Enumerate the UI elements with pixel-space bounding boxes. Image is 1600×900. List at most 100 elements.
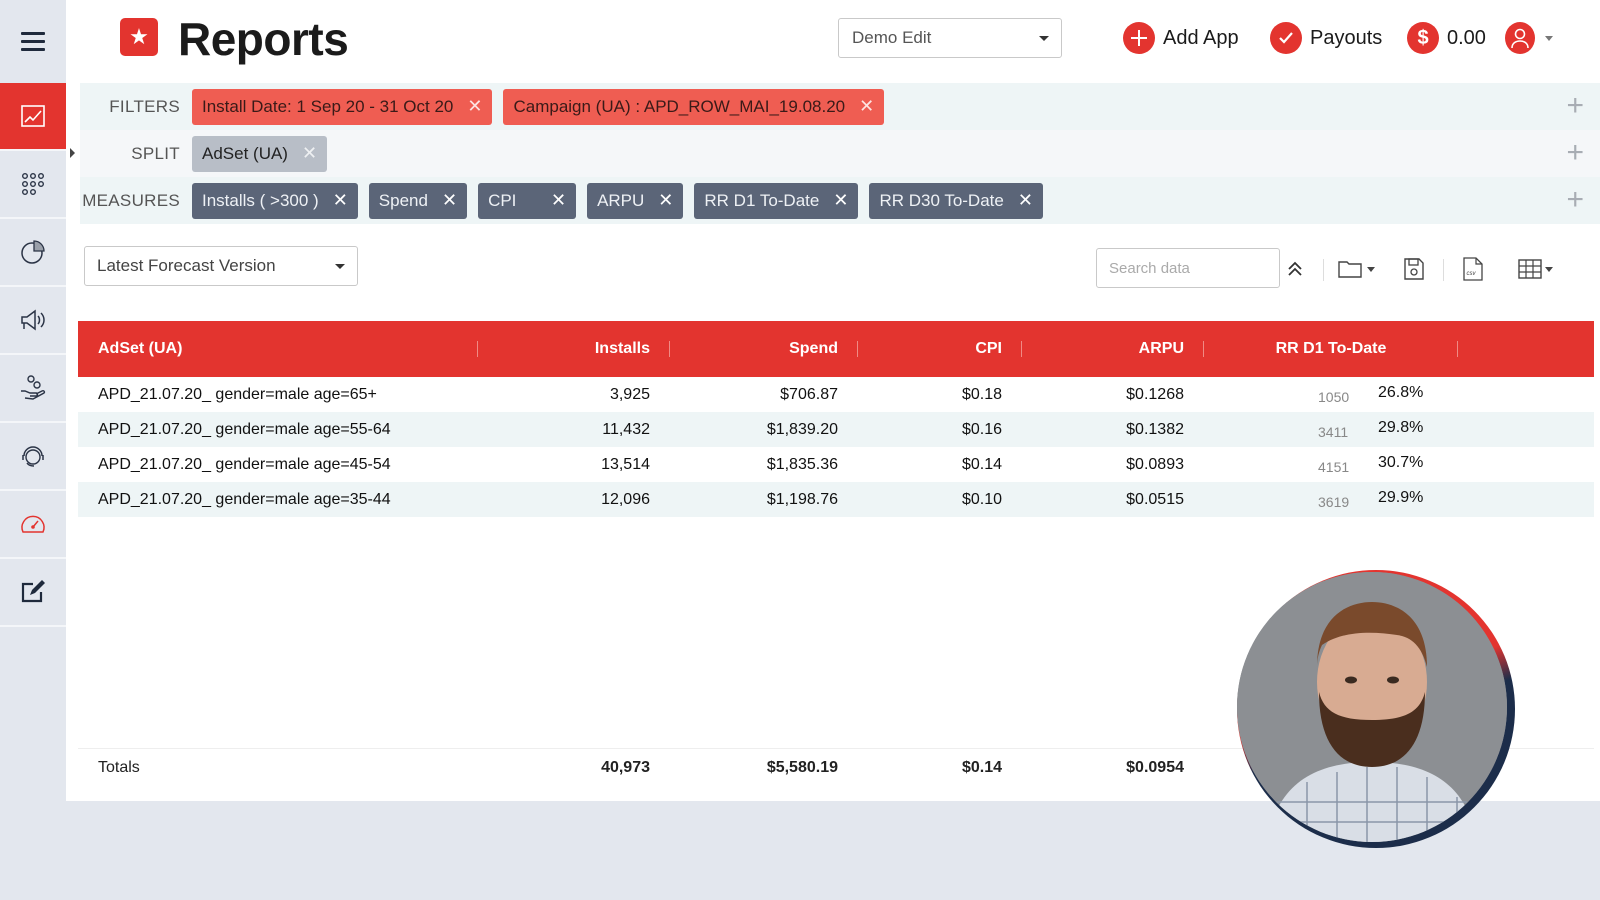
sidebar-item-campaigns[interactable] bbox=[0, 287, 66, 355]
remove-icon[interactable]: ✕ bbox=[467, 96, 482, 117]
add-app-button[interactable]: Add App bbox=[1123, 20, 1239, 56]
sidebar-item-edit[interactable] bbox=[0, 559, 66, 627]
measure-chip-label: Spend bbox=[378, 190, 428, 210]
measure-chip-arpu[interactable]: ARPU ✕ bbox=[587, 182, 684, 219]
column-header-adset[interactable]: AdSet (UA) bbox=[78, 321, 478, 377]
sidebar-item-analytics[interactable] bbox=[0, 219, 66, 287]
cell-spend: $1,839.20 bbox=[766, 420, 838, 438]
hamburger-icon bbox=[21, 30, 45, 54]
user-menu-button[interactable] bbox=[1505, 20, 1553, 56]
sidebar-item-reports[interactable] bbox=[0, 83, 66, 151]
add-app-label: Add App bbox=[1163, 26, 1239, 49]
remove-icon[interactable]: ✕ bbox=[333, 190, 348, 211]
reports-logo-icon: ★ bbox=[120, 18, 158, 56]
sidebar-item-support[interactable] bbox=[0, 423, 66, 491]
filter-chip-campaign[interactable]: Campaign (UA) : APD_ROW_MAI_19.08.20 ✕ bbox=[503, 88, 885, 125]
cell-rr-d1: 3619 29.9% bbox=[1204, 489, 1423, 510]
column-header-cpi[interactable]: CPI bbox=[858, 321, 1022, 377]
split-chip-adset[interactable]: AdSet (UA) ✕ bbox=[192, 135, 328, 172]
column-layout-button[interactable] bbox=[1518, 255, 1553, 283]
cell-arpu: $0.1268 bbox=[1126, 385, 1184, 403]
table-row[interactable]: APD_21.07.20_ gender=male age=55-64 11,43… bbox=[78, 412, 1594, 447]
svg-text:csv: csv bbox=[1467, 271, 1477, 277]
totals-label: Totals bbox=[98, 758, 140, 776]
column-header-spend[interactable]: Spend bbox=[670, 321, 858, 377]
payouts-button[interactable]: Payouts bbox=[1270, 20, 1382, 56]
measure-chip-rr-d1[interactable]: RR D1 To-Date ✕ bbox=[694, 182, 859, 219]
measures-row: MEASURES Installs ( >300 ) ✕ Spend ✕ CPI… bbox=[80, 177, 1600, 224]
column-header-label: Installs bbox=[594, 340, 650, 357]
rr-d1-count: 3619 bbox=[1318, 493, 1350, 510]
cell-installs: 12,096 bbox=[601, 490, 650, 508]
split-label: SPLIT bbox=[131, 143, 180, 163]
measure-chip-installs[interactable]: Installs ( >300 ) ✕ bbox=[192, 182, 358, 219]
totals-spend: $5,580.19 bbox=[766, 758, 838, 776]
edit-icon bbox=[21, 580, 45, 603]
column-header-label: RR D1 To-Date bbox=[1275, 340, 1387, 357]
forecast-version-value: Latest Forecast Version bbox=[97, 256, 276, 275]
cell-cpi: $0.10 bbox=[961, 490, 1002, 508]
chevron-down-icon bbox=[1545, 266, 1553, 272]
open-folder-button[interactable] bbox=[1338, 255, 1375, 283]
add-measure-button[interactable]: + bbox=[1566, 185, 1584, 215]
top-bar: ★ Reports Demo Edit Add App Payouts $ 0.… bbox=[0, 0, 1600, 83]
workspace-select[interactable]: Demo Edit bbox=[838, 18, 1062, 58]
column-header-installs[interactable]: Installs bbox=[478, 321, 670, 377]
menu-button[interactable] bbox=[0, 0, 66, 83]
cell-adset: APD_21.07.20_ gender=male age=45-54 bbox=[98, 455, 391, 473]
folder-icon bbox=[1338, 261, 1362, 278]
cell-spend: $1,198.76 bbox=[766, 490, 838, 508]
sidebar-item-monetization[interactable] bbox=[0, 355, 66, 423]
app-root: ★ Reports Demo Edit Add App Payouts $ 0.… bbox=[0, 0, 1600, 900]
presenter-image bbox=[1237, 572, 1507, 842]
column-header-label: CPI bbox=[975, 340, 1002, 357]
measure-chip-rr-d30[interactable]: RR D30 To-Date ✕ bbox=[869, 182, 1043, 219]
table-body: APD_21.07.20_ gender=male age=65+ 3,925 $7… bbox=[78, 377, 1594, 517]
cell-adset: APD_21.07.20_ gender=male age=35-44 bbox=[98, 490, 391, 508]
cell-installs: 3,925 bbox=[609, 385, 650, 403]
table-row[interactable]: APD_21.07.20_ gender=male age=65+ 3,925 $7… bbox=[78, 377, 1594, 412]
remove-icon[interactable]: ✕ bbox=[658, 190, 673, 211]
add-filter-button[interactable]: + bbox=[1566, 91, 1584, 121]
measure-chip-label: CPI bbox=[488, 190, 517, 210]
totals-arpu: $0.0954 bbox=[1126, 758, 1184, 776]
column-header-arpu[interactable]: ARPU bbox=[1022, 321, 1204, 377]
toolbar-divider bbox=[1323, 259, 1324, 281]
filter-chip-install-date[interactable]: Install Date: 1 Sep 20 - 31 Oct 20 ✕ bbox=[192, 88, 493, 125]
expand-sidebar-arrow-icon[interactable] bbox=[70, 148, 75, 158]
remove-icon[interactable]: ✕ bbox=[859, 96, 874, 117]
measure-chip-cpi[interactable]: CPI ✕ bbox=[478, 182, 577, 219]
measure-chip-spend[interactable]: Spend ✕ bbox=[368, 182, 468, 219]
column-header-label: Spend bbox=[789, 340, 838, 357]
rr-d1-percent: 29.8% bbox=[1378, 418, 1424, 436]
forecast-version-select[interactable]: Latest Forecast Version bbox=[84, 246, 358, 286]
collapse-button[interactable] bbox=[1286, 255, 1304, 283]
remove-icon[interactable]: ✕ bbox=[551, 190, 566, 211]
table-row[interactable]: APD_21.07.20_ gender=male age=35-44 12,09… bbox=[78, 482, 1594, 517]
chevron-down-icon bbox=[1367, 266, 1375, 272]
filters-label: FILTERS bbox=[109, 96, 180, 116]
column-header-rr-d1[interactable]: RR D1 To-Date bbox=[1204, 321, 1458, 377]
split-row: SPLIT AdSet (UA) ✕ + bbox=[80, 130, 1600, 177]
balance-button[interactable]: $ 0.00 bbox=[1407, 20, 1486, 56]
filters-row: FILTERS Install Date: 1 Sep 20 - 31 Oct … bbox=[80, 83, 1600, 130]
remove-icon[interactable]: ✕ bbox=[1018, 190, 1033, 211]
sidebar-item-apps[interactable] bbox=[0, 151, 66, 219]
rr-d1-percent: 30.7% bbox=[1378, 453, 1424, 471]
workspace-select-value: Demo Edit bbox=[852, 28, 932, 47]
sidebar bbox=[0, 83, 66, 900]
column-header-label: AdSet (UA) bbox=[98, 340, 183, 357]
pie-chart-icon bbox=[21, 240, 45, 264]
remove-icon[interactable]: ✕ bbox=[833, 190, 848, 211]
save-button[interactable] bbox=[1404, 255, 1424, 283]
remove-icon[interactable]: ✕ bbox=[442, 190, 457, 211]
remove-icon[interactable]: ✕ bbox=[302, 143, 317, 164]
add-split-button[interactable]: + bbox=[1566, 138, 1584, 168]
sidebar-item-performance[interactable] bbox=[0, 491, 66, 559]
table-row[interactable]: APD_21.07.20_ gender=male age=45-54 13,51… bbox=[78, 447, 1594, 482]
plus-circle-icon bbox=[1123, 22, 1155, 54]
export-csv-button[interactable]: csv bbox=[1463, 255, 1483, 283]
megaphone-icon bbox=[21, 309, 45, 331]
measure-chip-label: Installs ( >300 ) bbox=[202, 190, 319, 210]
search-data-input[interactable] bbox=[1096, 248, 1280, 288]
